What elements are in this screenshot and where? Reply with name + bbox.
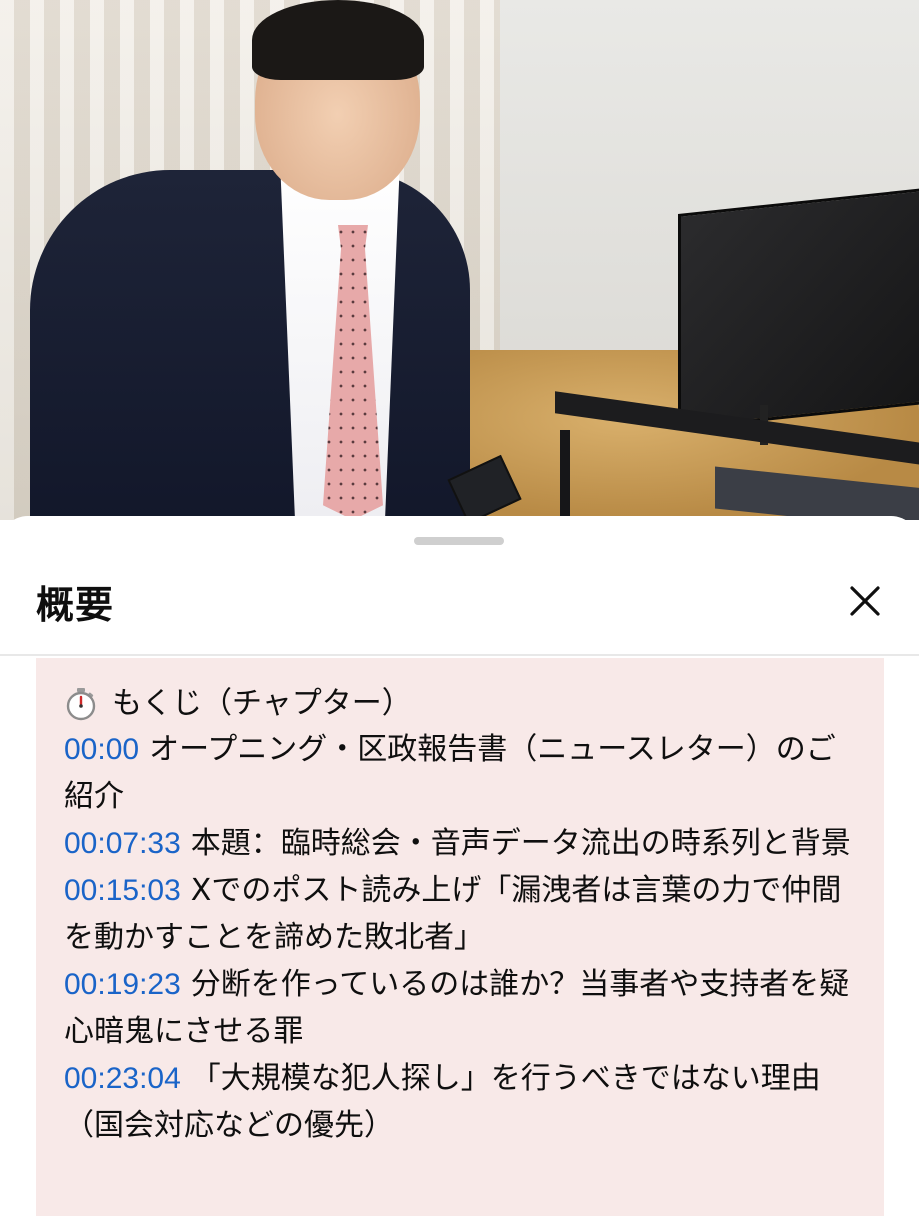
chapter-item: 00:00 オープニング・区政報告書（ニュースレター）のご紹介 xyxy=(64,726,856,820)
chapter-title: 本題：臨時総会・音声データ流出の時系列と背景 xyxy=(190,826,851,861)
toc-heading-label: もくじ（チャプター） xyxy=(112,686,412,721)
chapter-item: 00:19:23 分断を作っているのは誰か？当事者や支持者を疑心暗鬼にさせる罪 xyxy=(64,961,856,1055)
presenter xyxy=(30,0,480,520)
sheet-drag-handle[interactable] xyxy=(414,537,504,545)
toc-heading: もくじ（チャプター） xyxy=(64,682,856,726)
chapter-timestamp-link[interactable]: 00:23:04 xyxy=(64,1062,181,1095)
chapter-timestamp-link[interactable]: 00:15:03 xyxy=(64,874,181,907)
chapter-timestamp-link[interactable]: 00:07:33 xyxy=(64,827,181,860)
hair xyxy=(252,0,424,80)
close-button[interactable] xyxy=(838,574,892,628)
chapter-timestamp-link[interactable]: 00:19:23 xyxy=(64,968,181,1001)
jacket xyxy=(30,170,470,520)
description-sheet: 概要 もくじ（チャプター） 00:00 オープニング・区政報告書（ニュースレター）… xyxy=(0,516,919,1216)
chapter-timestamp-link[interactable]: 00:00 xyxy=(64,733,139,766)
sheet-title: 概要 xyxy=(36,583,115,627)
video-player[interactable] xyxy=(0,0,919,520)
chapter-title: 分断を作っているのは誰か？当事者や支持者を疑心暗鬼にさせる罪 xyxy=(64,967,850,1049)
stopwatch-icon xyxy=(64,687,98,721)
chapter-title: オープニング・区政報告書（ニュースレター）のご紹介 xyxy=(64,732,836,814)
close-icon xyxy=(850,586,880,616)
chapter-item: 00:15:03 Xでのポスト読み上げ「漏洩者は言葉の力で仲間を動かすことを諦めた… xyxy=(64,867,856,961)
chapter-item: 00:23:04 「大規模な犯人探し」を行うべきではない理由（国会対応などの優先） xyxy=(64,1055,856,1149)
monitor xyxy=(678,186,919,430)
description-text: もくじ（チャプター） 00:00 オープニング・区政報告書（ニュースレター）のご紹… xyxy=(36,658,884,1216)
header-divider xyxy=(0,654,919,656)
chapter-item: 00:07:33 本題：臨時総会・音声データ流出の時系列と背景 xyxy=(64,820,856,867)
desk-leg xyxy=(560,430,570,520)
